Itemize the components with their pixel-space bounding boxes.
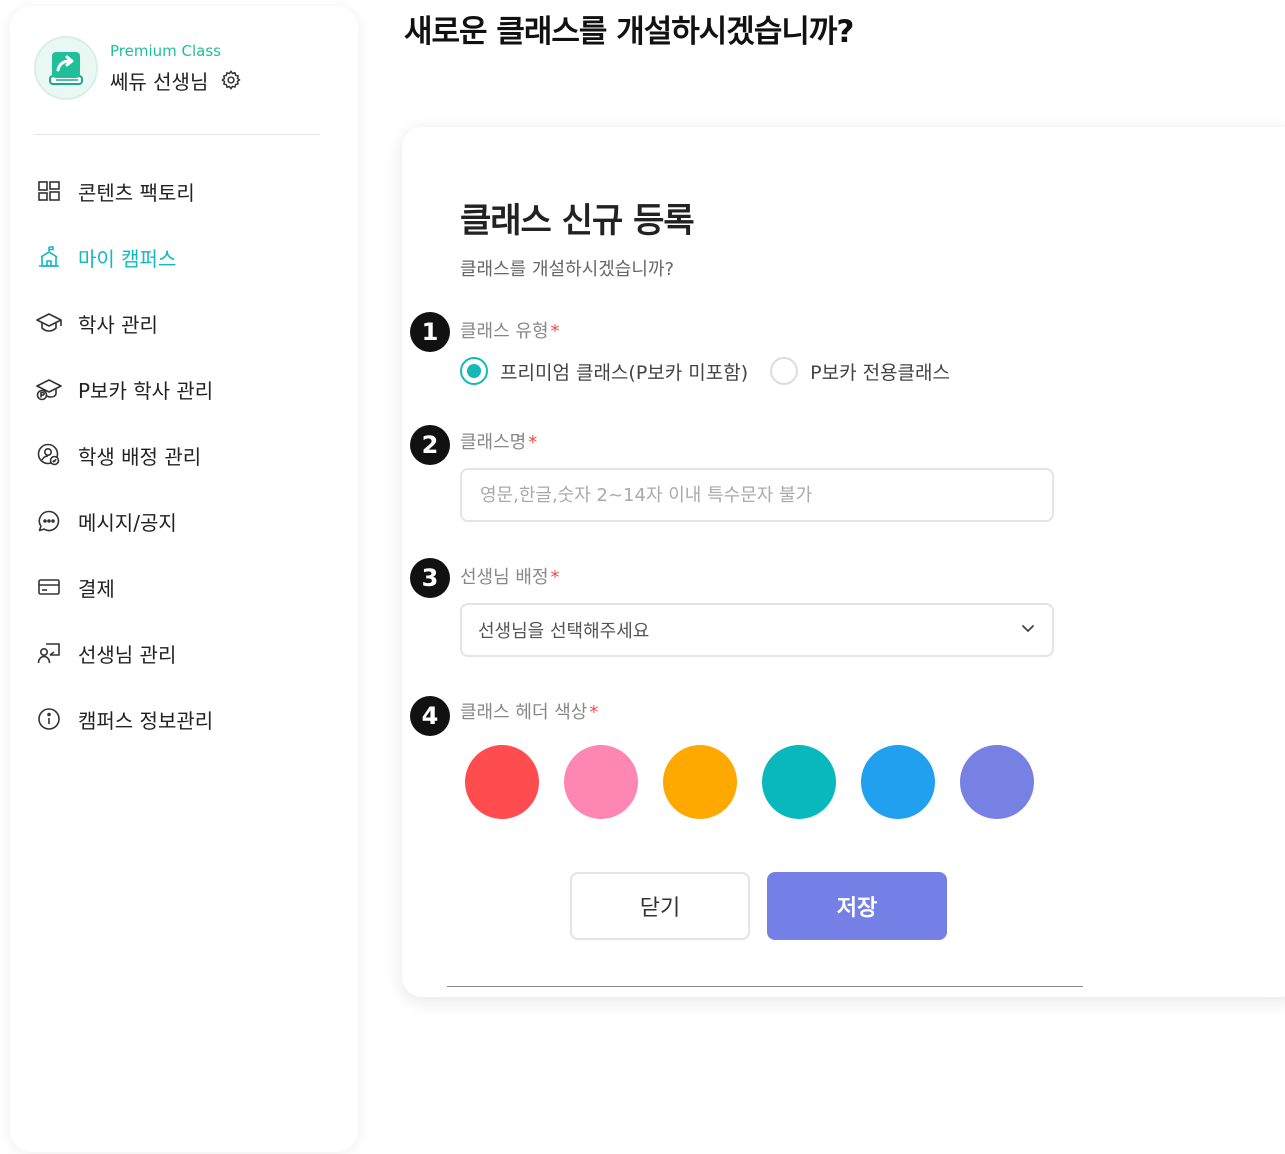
- color-swatch-red[interactable]: [465, 745, 539, 819]
- class-type-radio-group: 프리미엄 클래스(P보카 미포함) P보카 전용클래스: [460, 357, 972, 385]
- radio-label: P보카 전용클래스: [810, 361, 950, 384]
- info-icon: [36, 706, 62, 732]
- membership-label: Premium Class: [110, 41, 221, 60]
- color-swatch-group: [465, 745, 1059, 819]
- chevron-down-icon: [1020, 620, 1036, 640]
- divider: [447, 986, 1083, 987]
- sidebar-item-label: 메시지/공지: [78, 510, 177, 535]
- teacher-assign-label-text: 선생님 배정: [460, 567, 549, 588]
- sidebar-item-content-factory[interactable]: 콘텐츠 팩토리: [36, 158, 213, 224]
- pvoca-cap-icon: [36, 376, 62, 402]
- sidebar-item-message[interactable]: 메시지/공지: [36, 488, 213, 554]
- step-badge-3: 3: [410, 558, 450, 598]
- required-mark: *: [550, 567, 560, 588]
- content-factory-icon: [36, 178, 62, 204]
- page-title: 새로운 클래스를 개설하시겠습니까?: [404, 14, 854, 50]
- close-button[interactable]: 닫기: [570, 872, 750, 940]
- divider: [34, 134, 320, 135]
- class-type-label-text: 클래스 유형: [460, 321, 549, 342]
- campus-icon: [36, 244, 62, 270]
- sidebar-item-payment[interactable]: 결제: [36, 554, 213, 620]
- sidebar-menu: 콘텐츠 팩토리 마이 캠퍼스 학사 관리 P보카 학사 관리 학생 배정 관리 …: [36, 158, 213, 752]
- sidebar-item-campus-info[interactable]: 캠퍼스 정보관리: [36, 686, 213, 752]
- gear-icon[interactable]: [220, 69, 242, 91]
- sidebar: Premium Class 쎄듀 선생님 콘텐츠 팩토리 마이 캠퍼스 학사 관…: [10, 6, 358, 1152]
- color-swatch-blue[interactable]: [861, 745, 935, 819]
- radio-checked-icon: [460, 357, 488, 385]
- color-swatch-orange[interactable]: [663, 745, 737, 819]
- radio-premium-class[interactable]: 프리미엄 클래스(P보카 미포함): [460, 357, 748, 385]
- required-mark: *: [550, 321, 560, 342]
- teacher-select[interactable]: 선생님을 선택해주세요: [460, 603, 1054, 657]
- message-icon: [36, 508, 62, 534]
- sidebar-item-label: P보카 학사 관리: [78, 378, 214, 403]
- sidebar-item-student-assign[interactable]: 학생 배정 관리: [36, 422, 213, 488]
- sidebar-item-teacher[interactable]: 선생님 관리: [36, 620, 213, 686]
- required-mark: *: [528, 432, 538, 453]
- student-assign-icon: [36, 442, 62, 468]
- sidebar-item-label: 콘텐츠 팩토리: [78, 180, 195, 205]
- profile: Premium Class 쎄듀 선생님: [34, 36, 242, 100]
- color-swatch-teal[interactable]: [762, 745, 836, 819]
- step-badge-4: 4: [410, 696, 450, 736]
- teacher-name: 쎄듀 선생님: [110, 69, 209, 94]
- class-name-label: 클래스명 *: [460, 428, 537, 454]
- sidebar-item-label: 학생 배정 관리: [78, 444, 202, 469]
- teacher-select-value: 선생님을 선택해주세요: [478, 621, 650, 642]
- radio-unchecked-icon: [770, 357, 799, 385]
- class-registration-card: 클래스 신규 등록 클래스를 개설하시겠습니까? 1 클래스 유형 * 프리미엄 …: [402, 127, 1285, 997]
- save-button[interactable]: 저장: [767, 872, 947, 940]
- teacher-icon: [36, 640, 62, 666]
- step-badge-2: 2: [410, 425, 450, 465]
- sidebar-item-label: 결제: [78, 576, 115, 601]
- class-name-label-text: 클래스명: [460, 432, 527, 453]
- sidebar-item-my-campus[interactable]: 마이 캠퍼스: [36, 224, 213, 290]
- card-title: 클래스 신규 등록: [460, 201, 695, 241]
- radio-label: 프리미엄 클래스(P보카 미포함): [500, 361, 749, 384]
- card-subtitle: 클래스를 개설하시겠습니까?: [460, 259, 674, 280]
- sidebar-item-label: 마이 캠퍼스: [78, 246, 177, 271]
- sidebar-item-label: 캠퍼스 정보관리: [78, 708, 214, 733]
- sidebar-item-label: 학사 관리: [78, 312, 158, 337]
- book-share-icon: [49, 52, 83, 85]
- card-icon: [36, 574, 62, 600]
- color-swatch-pink[interactable]: [564, 745, 638, 819]
- sidebar-item-pvoca-academic[interactable]: P보카 학사 관리: [36, 356, 213, 422]
- header-color-label: 클래스 헤더 색상 *: [460, 698, 598, 724]
- class-name-input[interactable]: [460, 468, 1054, 522]
- header-color-label-text: 클래스 헤더 색상: [460, 702, 588, 723]
- radio-pvoca-class[interactable]: P보카 전용클래스: [770, 357, 950, 385]
- teacher-assign-label: 선생님 배정 *: [460, 563, 560, 589]
- avatar: [34, 36, 98, 100]
- graduation-cap-icon: [36, 310, 62, 336]
- sidebar-item-label: 선생님 관리: [78, 642, 177, 667]
- step-badge-1: 1: [410, 312, 450, 352]
- color-swatch-purple[interactable]: [960, 745, 1034, 819]
- required-mark: *: [589, 702, 599, 723]
- class-type-label: 클래스 유형 *: [460, 317, 560, 343]
- sidebar-item-academic[interactable]: 학사 관리: [36, 290, 213, 356]
